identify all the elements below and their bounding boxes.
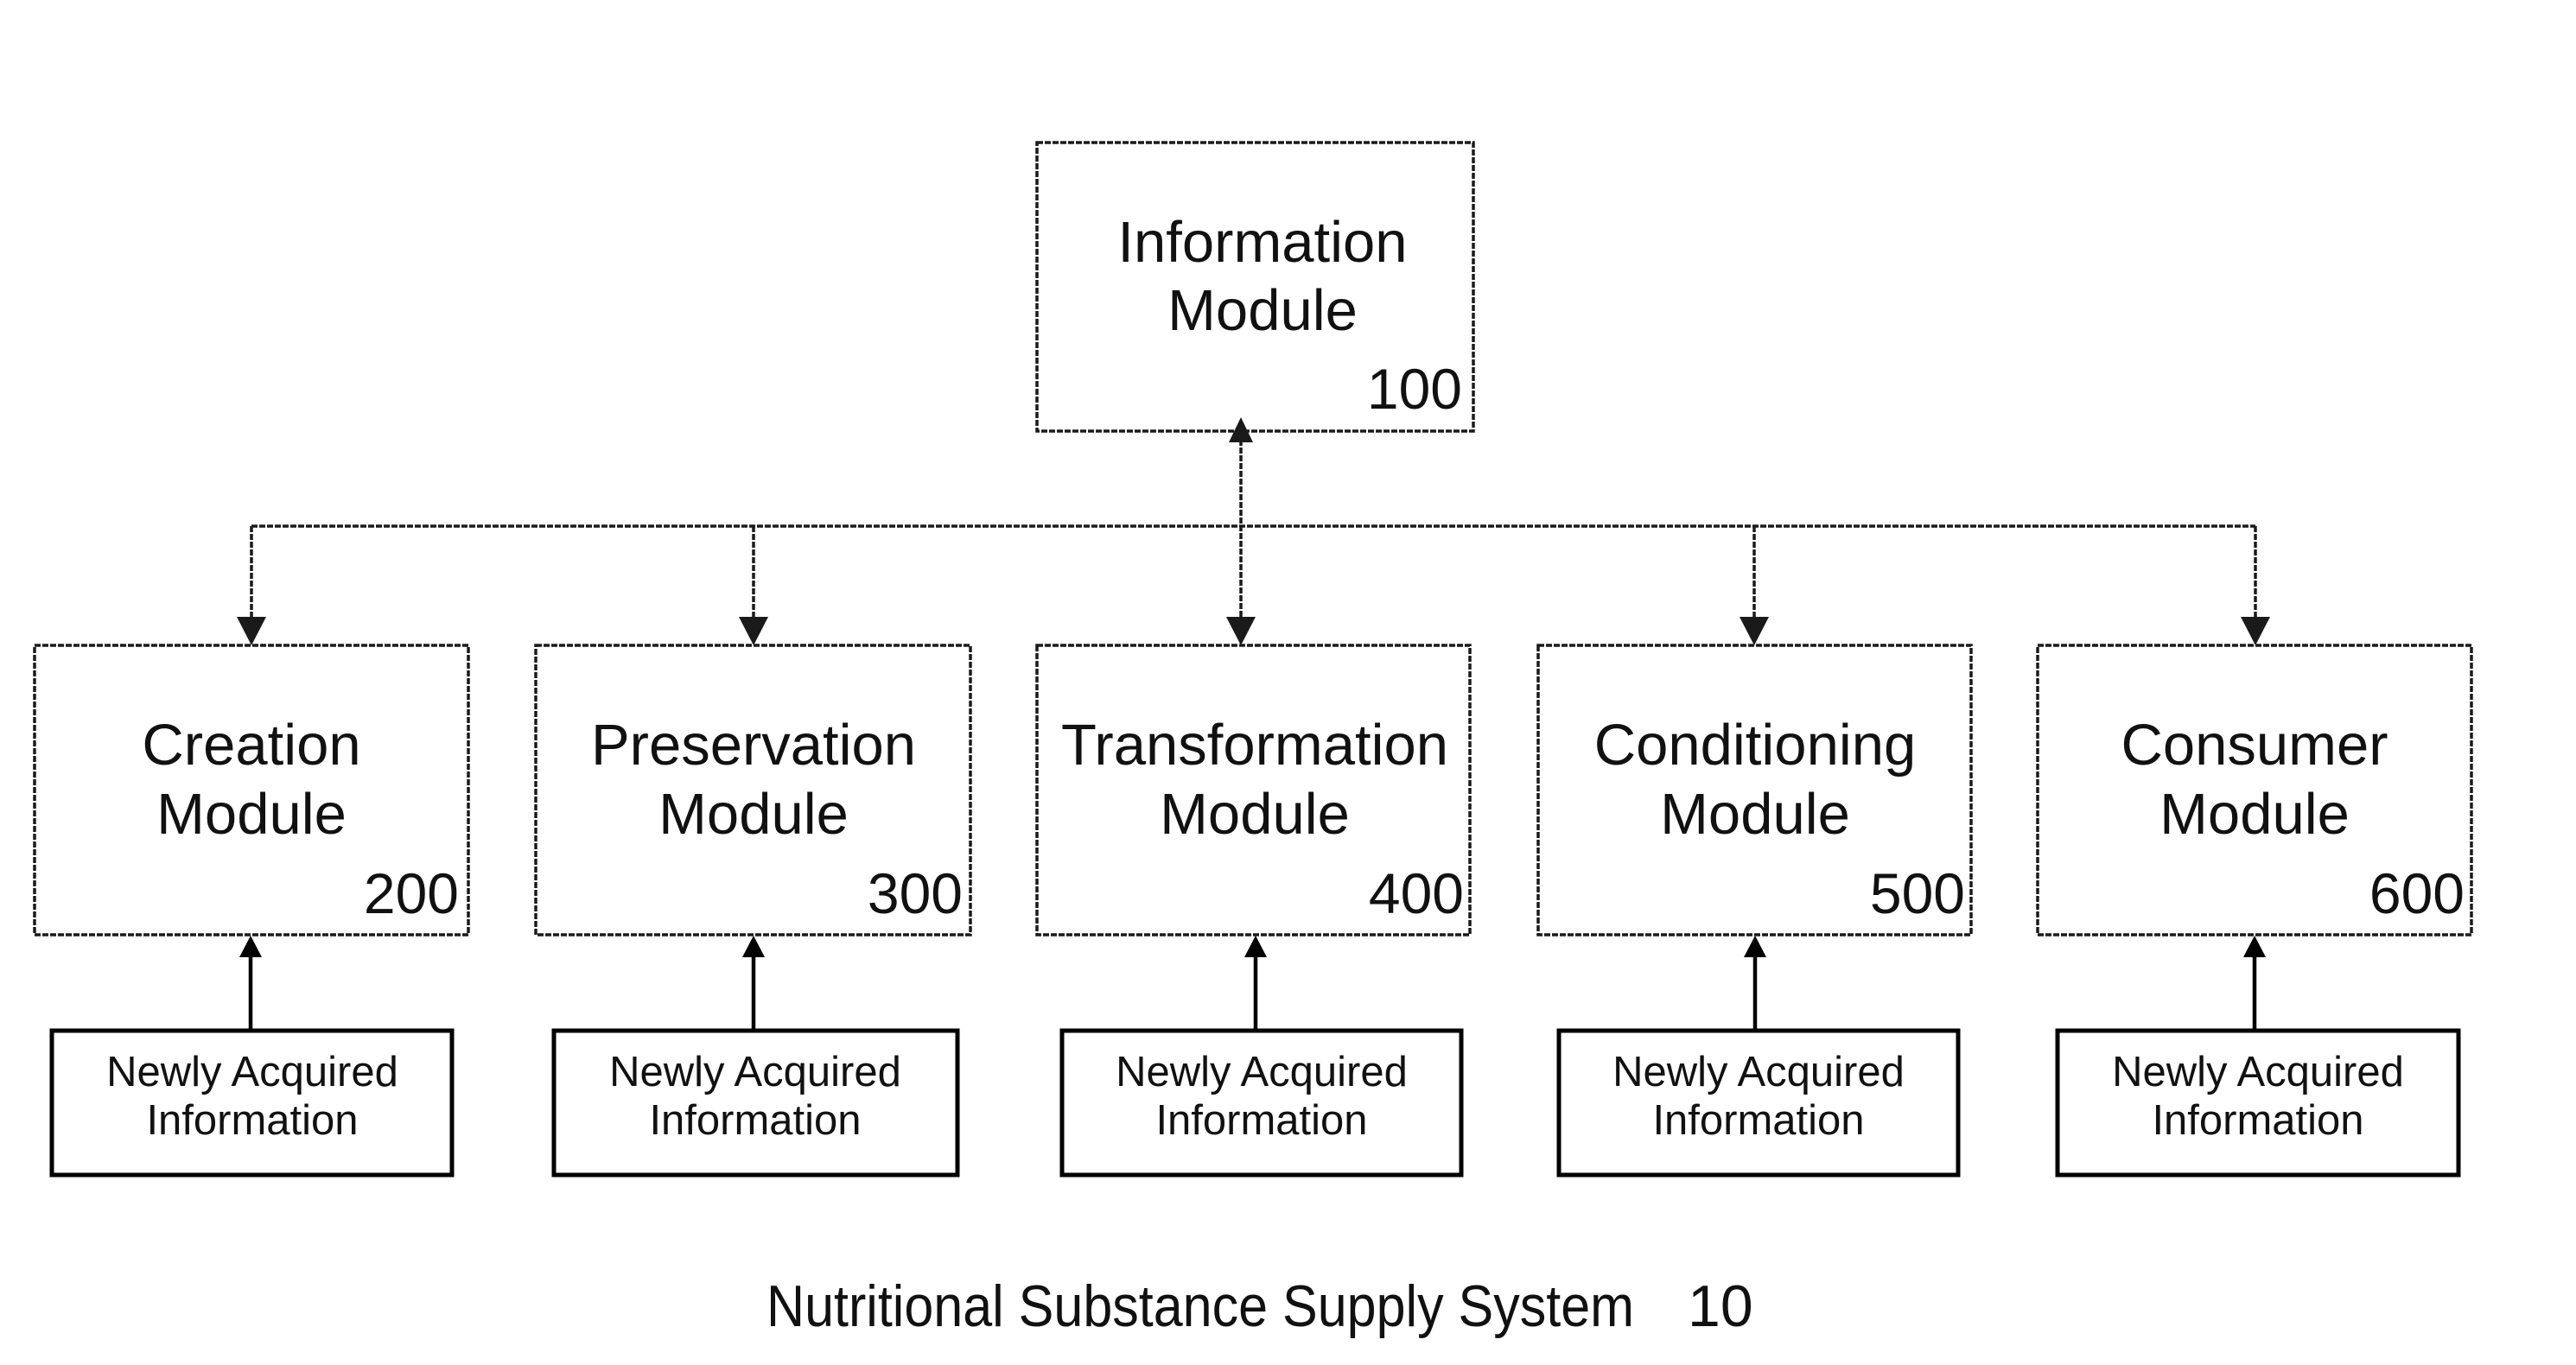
module-transformation[interactable]: Transformation Module 400 — [1035, 644, 1472, 936]
preservation-module-title-line1: Preservation — [591, 713, 916, 778]
newly-acquired-information-line1: Newly Acquired — [106, 1049, 398, 1095]
information-module-title-line1: Information — [1117, 210, 1407, 275]
input-preservation[interactable]: Newly Acquired Information — [551, 1028, 960, 1178]
transformation-module-title-line1: Transformation — [1061, 713, 1448, 778]
conditioning-module-title-line1: Conditioning — [1594, 713, 1917, 778]
arrow-down-preservation-icon — [739, 617, 768, 645]
information-bus — [237, 417, 2270, 645]
module-creation[interactable]: Creation Module 200 — [33, 644, 470, 936]
creation-module-title-line1: Creation — [142, 713, 360, 778]
transformation-module-title-line2: Module — [1160, 782, 1350, 847]
preservation-module-ref-number: 300 — [868, 861, 963, 925]
newly-acquired-information-line2: Information — [649, 1097, 861, 1144]
newly-acquired-information-line2: Information — [1652, 1097, 1864, 1144]
module-preservation[interactable]: Preservation Module 300 — [534, 644, 972, 936]
arrow-up-consumer-icon — [2243, 936, 2266, 957]
module-conditioning[interactable]: Conditioning Module 500 — [1536, 644, 1973, 936]
caption-ref-number: 10 — [1688, 1273, 1753, 1339]
preservation-module-title-line2: Module — [658, 782, 849, 847]
input-transformation[interactable]: Newly Acquired Information — [1059, 1028, 1464, 1178]
arrow-up-conditioning-icon — [1744, 936, 1766, 957]
newly-acquired-information-line1: Newly Acquired — [1612, 1049, 1905, 1095]
input-arrows — [239, 936, 2266, 1031]
consumer-module-title-line2: Module — [2159, 782, 2350, 847]
newly-acquired-information-line1: Newly Acquired — [2112, 1049, 2404, 1095]
arrow-down-conditioning-icon — [1740, 617, 1769, 645]
creation-module-ref-number: 200 — [364, 861, 459, 925]
information-module-title-line2: Module — [1167, 278, 1358, 343]
arrow-up-preservation-icon — [742, 936, 765, 957]
consumer-module-ref-number: 600 — [2369, 861, 2465, 925]
conditioning-module-title-line2: Module — [1660, 782, 1850, 847]
newly-acquired-information-line2: Information — [2152, 1097, 2363, 1144]
arrow-down-creation-icon — [237, 617, 266, 645]
information-module-ref-number: 100 — [1367, 357, 1462, 421]
input-consumer[interactable]: Newly Acquired Information — [2055, 1028, 2461, 1178]
conditioning-module-ref-number: 500 — [1870, 861, 1965, 925]
input-conditioning[interactable]: Newly Acquired Information — [1556, 1028, 1961, 1178]
arrow-down-consumer-icon — [2241, 617, 2270, 645]
arrow-down-transformation-icon — [1226, 617, 1256, 645]
module-consumer[interactable]: Consumer Module 600 — [2036, 644, 2473, 936]
figure-caption: Nutritional Substance Supply System 10 — [766, 1273, 1753, 1339]
caption-title: Nutritional Substance Supply System — [766, 1273, 1634, 1339]
newly-acquired-information-line1: Newly Acquired — [609, 1049, 901, 1095]
consumer-module-title-line1: Consumer — [2121, 713, 2388, 778]
transformation-module-ref-number: 400 — [1369, 861, 1464, 925]
arrow-up-transformation-icon — [1244, 936, 1267, 957]
newly-acquired-information-line1: Newly Acquired — [1116, 1049, 1408, 1095]
information-module[interactable]: Information Module 100 — [1035, 141, 1475, 433]
input-creation[interactable]: Newly Acquired Information — [49, 1028, 455, 1178]
arrow-up-creation-icon — [239, 936, 262, 957]
supply-system-diagram: Information Module 100 Creation Module 2… — [33, 141, 2473, 1339]
newly-acquired-information-line2: Information — [1155, 1097, 1367, 1144]
creation-module-title-line2: Module — [156, 782, 347, 847]
newly-acquired-information-line2: Information — [146, 1097, 358, 1144]
